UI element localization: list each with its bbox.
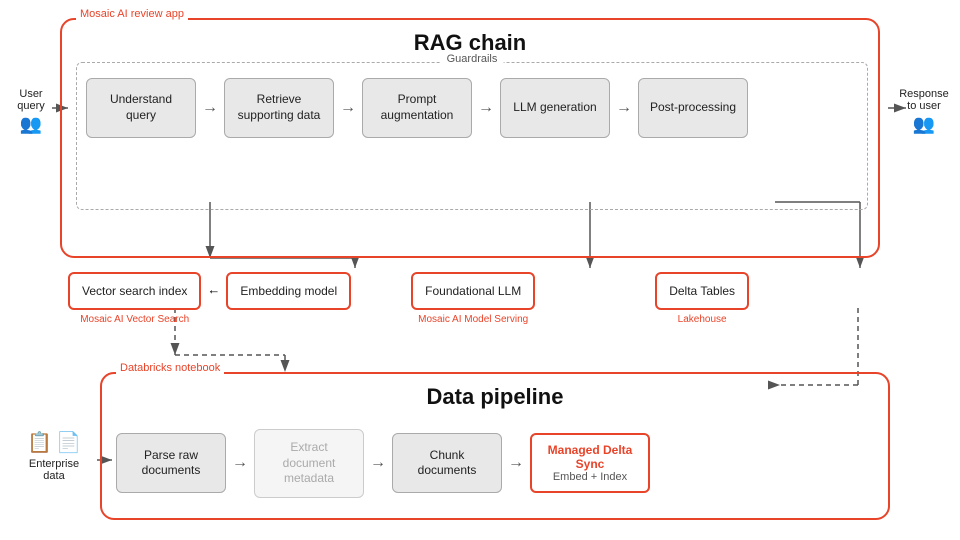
arrow-1: → <box>196 99 224 117</box>
data-arrow-3: → <box>502 454 530 472</box>
step-parse: Parse raw documents <box>116 433 226 493</box>
delta-tables-label: Lakehouse <box>678 314 727 325</box>
arrow-embed-vector: ← <box>201 282 226 297</box>
user-query-label: User query 👥 <box>6 88 56 135</box>
embedding-box: Embedding model <box>226 272 351 310</box>
data-arrow-2: → <box>364 454 392 472</box>
data-arrow-1: → <box>226 454 254 472</box>
vector-search-label: Mosaic AI Vector Search <box>80 314 189 325</box>
managed-subtitle: Embed + Index <box>553 471 627 483</box>
data-pipeline-section: Databricks notebook Data pipeline Parse … <box>100 372 890 520</box>
step-prompt: Prompt augmentation <box>362 78 472 138</box>
embedding-item: Embedding model <box>226 272 351 314</box>
guardrails-label: Guardrails <box>441 53 504 65</box>
arrow-2: → <box>334 99 362 117</box>
arrow-3: → <box>472 99 500 117</box>
step-understand: Understand query <box>86 78 196 138</box>
data-section-label: Databricks notebook <box>116 362 224 374</box>
doc-icons: 📋 📄 <box>18 430 90 455</box>
diagram-container: User query 👥 Response to user 👥 Mosaic A… <box>0 0 960 540</box>
table-icon: 📋 <box>27 430 52 455</box>
enterprise-data-label: 📋 📄 Enterprise data <box>18 430 90 482</box>
foundational-llm-item: Foundational LLM Mosaic AI Model Serving <box>411 272 535 325</box>
response-icon: 👥 <box>894 114 954 135</box>
step-llm: LLM generation <box>500 78 610 138</box>
foundational-llm-label: Mosaic AI Model Serving <box>418 314 528 325</box>
foundational-llm-box: Foundational LLM <box>411 272 535 310</box>
delta-tables-box: Delta Tables <box>655 272 749 310</box>
step-chunk: Chunk documents <box>392 433 502 493</box>
step-post: Post-processing <box>638 78 748 138</box>
step-extract: Extract document metadata <box>254 429 364 498</box>
rag-section-label: Mosaic AI review app <box>76 8 188 20</box>
user-icon: 👥 <box>6 114 56 135</box>
doc-icon: 📄 <box>56 430 81 455</box>
arrow-4: → <box>610 99 638 117</box>
rag-section: Mosaic AI review app RAG chain Guardrail… <box>60 18 880 258</box>
delta-tables-item: Delta Tables Lakehouse <box>655 272 749 325</box>
vector-search-item: Vector search index Mosaic AI Vector Sea… <box>68 272 201 325</box>
response-user-label: Response to user 👥 <box>894 88 954 135</box>
pipeline-steps: Understand query → Retrieve supporting d… <box>86 78 858 138</box>
managed-title: Managed Delta Sync <box>542 443 638 471</box>
step-managed: Managed Delta Sync Embed + Index <box>530 433 650 493</box>
middle-row: Vector search index Mosaic AI Vector Sea… <box>68 272 749 325</box>
vector-search-box: Vector search index <box>68 272 201 310</box>
data-pipeline-title: Data pipeline <box>102 384 888 410</box>
data-pipeline-steps: Parse raw documents → Extract document m… <box>116 429 878 498</box>
step-retrieve: Retrieve supporting data <box>224 78 334 138</box>
